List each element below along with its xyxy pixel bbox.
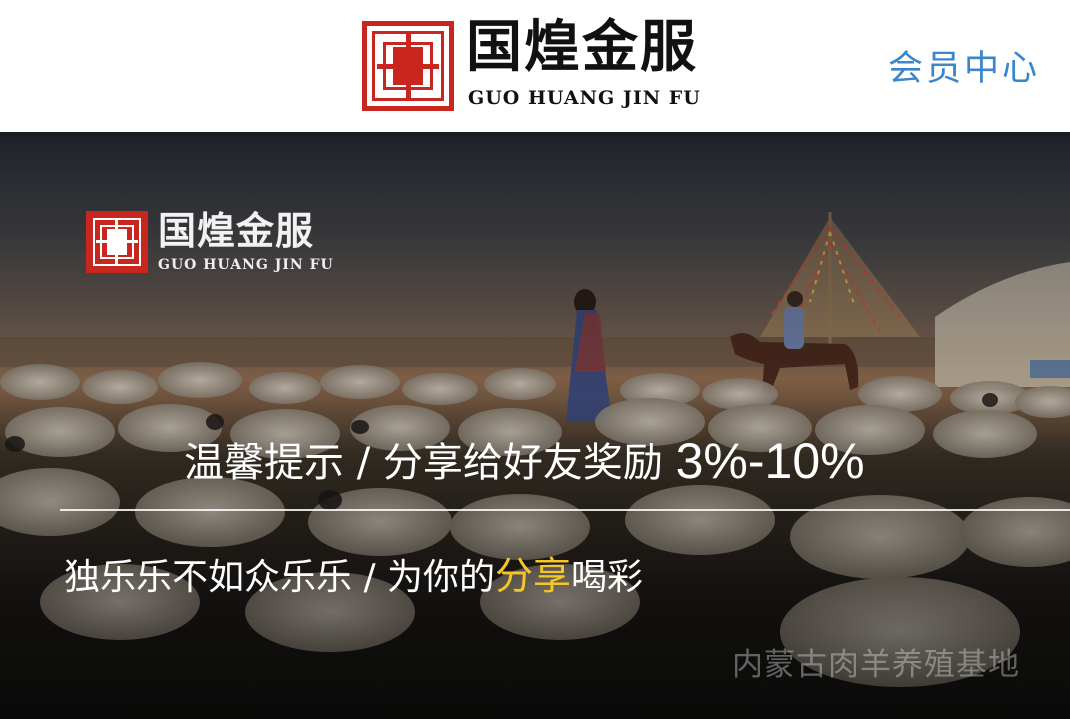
share-slogan: 独乐乐不如众乐乐 / 为你的分享喝彩 bbox=[64, 545, 643, 600]
slogan-highlight: 分享 bbox=[495, 554, 572, 598]
brand-name-cn: 国煌金服 bbox=[466, 15, 698, 80]
reward-rate: 3%-10% bbox=[675, 433, 865, 489]
brand-name-en: GUO HUANG JIN FU bbox=[468, 87, 701, 109]
banner-logo-cn: 国煌金服 bbox=[158, 209, 315, 253]
brand-seal-logo[interactable] bbox=[362, 21, 454, 111]
app-header: 国煌金服 GUO HUANG JIN FU 会员中心 bbox=[0, 0, 1070, 132]
location-watermark: 内蒙古肉羊养殖基地 bbox=[732, 647, 1020, 683]
banner-divider bbox=[60, 509, 1070, 511]
reward-tip: 温馨提示 / 分享给好友奖励 3%-10% bbox=[184, 430, 865, 489]
member-center-link[interactable]: 会员中心 bbox=[888, 40, 1040, 91]
promo-banner[interactable]: 国煌金服 GUO HUANG JIN FU 温馨提示 / 分享给好友奖励 3%-… bbox=[0, 132, 1070, 719]
banner-seal-logo bbox=[86, 211, 148, 273]
reward-tip-text: 温馨提示 / 分享给好友奖励 bbox=[184, 440, 676, 486]
slogan-text: 独乐乐不如众乐乐 / 为你的 bbox=[64, 557, 496, 598]
banner-logo-en: GUO HUANG JIN FU bbox=[158, 257, 334, 273]
slogan-suffix: 喝彩 bbox=[571, 557, 644, 598]
